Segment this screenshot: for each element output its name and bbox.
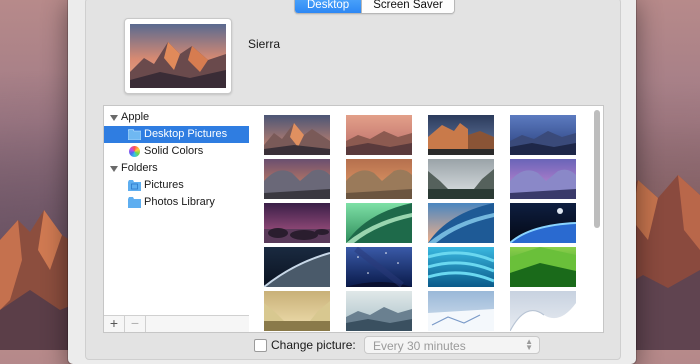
wallpaper-thumbnail-earth-horizon[interactable] — [510, 203, 576, 243]
source-item-solid-colors[interactable]: Solid Colors — [104, 143, 250, 160]
disclosure-triangle-icon[interactable] — [110, 115, 118, 121]
color-wheel-icon — [129, 146, 140, 157]
wallpaper-thumbnail-misty-hills[interactable] — [346, 291, 412, 331]
remove-source-button[interactable]: − — [125, 316, 146, 332]
tab-segmented-control: Desktop Screen Saver — [294, 0, 455, 14]
wallpaper-thumbnail-yosemite-dusk[interactable] — [264, 159, 330, 199]
wallpaper-thumbnail-beach-rocks[interactable] — [264, 203, 330, 243]
source-group-apple[interactable]: Apple — [104, 109, 250, 126]
wallpaper-source-list: Apple Desktop Pictures Solid Colors Fold… — [103, 105, 251, 333]
wallpaper-thumbnail-aqua-lines[interactable] — [428, 247, 494, 287]
wallpaper-thumbnail-yosemite-purple[interactable] — [510, 159, 576, 199]
source-item-label: Desktop Pictures — [144, 128, 228, 140]
change-interval-select[interactable]: Every 30 minutes ▲ ▼ — [364, 336, 540, 354]
source-group-label: Apple — [121, 111, 150, 123]
folder-icon — [128, 129, 141, 140]
wallpaper-thumbnail-el-capitan[interactable] — [428, 115, 494, 155]
wallpaper-thumbnail-yosemite-valley[interactable] — [428, 159, 494, 199]
wallpaper-thumbnail-earth-orbit[interactable] — [264, 247, 330, 287]
desktop-screensaver-window: Desktop Screen Saver Sierra Apple Deskto… — [68, 0, 636, 364]
source-group-folders[interactable]: Folders — [104, 160, 250, 177]
disclosure-triangle-icon[interactable] — [110, 166, 118, 172]
wallpaper-name: Sierra — [248, 37, 281, 51]
change-interval-value: Every 30 minutes — [373, 339, 466, 353]
tab-desktop[interactable]: Desktop — [295, 0, 362, 13]
folder-icon — [128, 197, 141, 208]
wallpaper-thumbnail-blue-wave[interactable] — [428, 203, 494, 243]
desktop-settings-panel: Desktop Screen Saver Sierra Apple Deskto… — [85, 0, 621, 360]
source-item-label: Photos Library — [144, 196, 215, 208]
source-item-pictures[interactable]: Pictures — [104, 177, 250, 194]
pictures-folder-icon — [128, 180, 141, 191]
current-wallpaper-preview — [124, 18, 232, 94]
select-arrows-icon: ▲ ▼ — [525, 337, 533, 352]
sierra-preview-image — [130, 24, 226, 88]
source-item-photos-library[interactable]: Photos Library — [104, 194, 250, 211]
add-source-button[interactable]: + — [104, 316, 125, 332]
source-item-desktop-pictures[interactable]: Desktop Pictures — [104, 126, 250, 143]
tab-screen-saver[interactable]: Screen Saver — [361, 0, 454, 13]
wallpaper-thumbnail-sierra-mountains[interactable] — [264, 115, 330, 155]
wallpaper-thumbnail-green-wave[interactable] — [346, 203, 412, 243]
wallpaper-thumbnail-sierra-sunset[interactable] — [346, 115, 412, 155]
source-list-footer: + − — [104, 315, 250, 332]
wallpaper-thumbnail-el-capitan-night[interactable] — [510, 115, 576, 155]
wallpaper-thumbnail-snow-dunes[interactable] — [510, 291, 576, 331]
wallpaper-thumbnail-snow-ice[interactable] — [428, 291, 494, 331]
source-item-label: Solid Colors — [144, 145, 204, 157]
wallpaper-thumbnail-green-fields[interactable] — [510, 247, 576, 287]
wallpaper-thumbnail-milky-way[interactable] — [346, 247, 412, 287]
change-picture-checkbox[interactable] — [254, 339, 267, 352]
wallpaper-thumbnail-golden-grass[interactable] — [264, 291, 330, 331]
wallpaper-thumbnail-yosemite-cliffs[interactable] — [346, 159, 412, 199]
grid-scrollbar[interactable] — [594, 110, 600, 228]
source-group-label: Folders — [121, 162, 158, 174]
source-item-label: Pictures — [144, 179, 184, 191]
wallpaper-grid — [249, 105, 604, 333]
